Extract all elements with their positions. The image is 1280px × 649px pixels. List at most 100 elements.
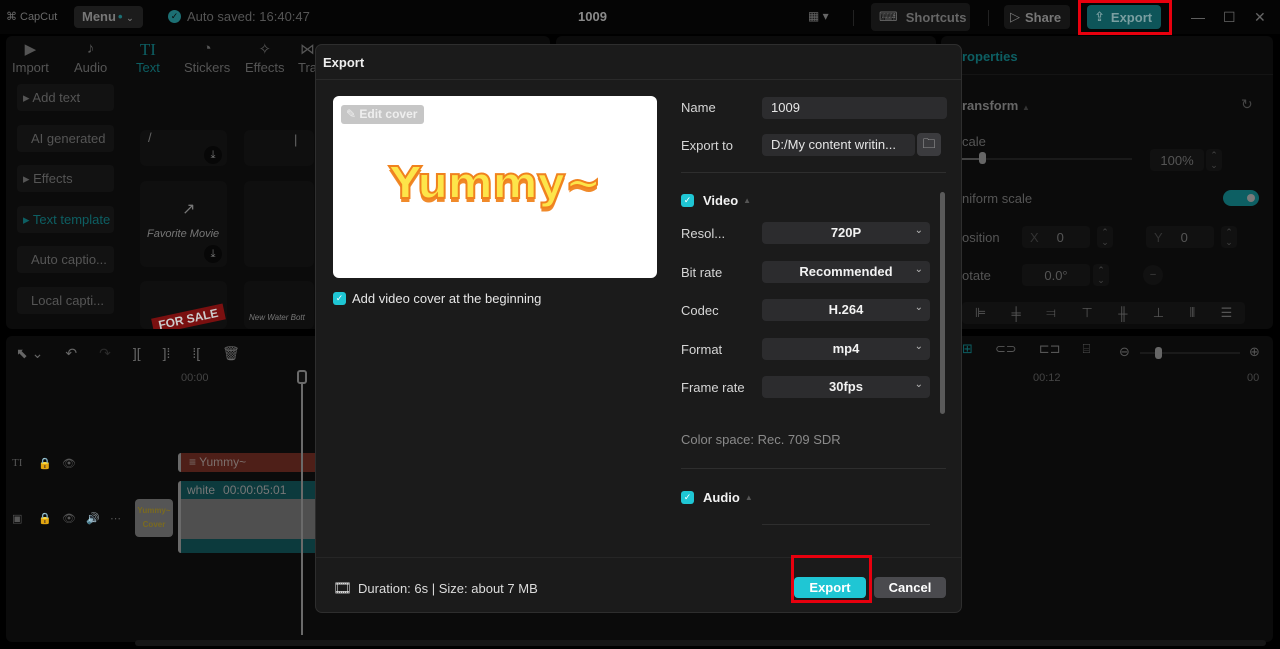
uniform-scale-label: niform scale xyxy=(962,191,1033,206)
zoom-out-icon[interactable]: ⊖ xyxy=(1119,344,1130,360)
lock-icon[interactable]: 🔒 xyxy=(38,457,52,470)
delete-icon[interactable]: 🗑 xyxy=(222,345,240,362)
minimize-icon[interactable]: — xyxy=(1191,9,1205,25)
split-right-icon[interactable]: ⁞[ xyxy=(192,345,200,361)
settings-scrollbar[interactable] xyxy=(940,192,945,414)
edit-cover-button[interactable]: ✎ Edit cover xyxy=(341,105,424,124)
cover-thumbnail[interactable]: Yummy~ Cover xyxy=(135,499,173,537)
sidebar-item-auto-captions[interactable]: Auto captio... xyxy=(17,246,114,273)
maximize-icon[interactable]: ☐ xyxy=(1223,9,1236,26)
select-cursor-icon[interactable]: ⬉ ⌄ xyxy=(16,345,43,362)
audio-checkbox[interactable]: ✓ xyxy=(681,491,694,504)
sidebar-item-text-template[interactable]: ▸ Text template xyxy=(17,206,114,233)
position-x-stepper[interactable]: ⌃ ⌄ xyxy=(1097,226,1113,248)
distribute-h-icon[interactable]: ⫴ xyxy=(1190,305,1195,321)
tab-text[interactable]: TI Text xyxy=(136,40,160,75)
uniform-scale-toggle[interactable] xyxy=(1223,190,1259,206)
scale-stepper[interactable]: ⌃ ⌄ xyxy=(1206,149,1222,171)
undo-icon[interactable]: ↶ xyxy=(65,345,77,362)
framerate-label: Frame rate xyxy=(681,380,745,395)
share-button[interactable]: ▷ Share xyxy=(1004,5,1070,29)
template-card[interactable]: | xyxy=(244,130,314,166)
align-left-icon[interactable]: ⊫ xyxy=(975,305,986,321)
format-select[interactable]: mp4 ⌄ xyxy=(762,338,930,360)
link-icon[interactable]: ⊂⊃ xyxy=(995,341,1017,357)
sidebar-item-ai-generated[interactable]: AI generated xyxy=(17,125,114,152)
template-card[interactable] xyxy=(244,181,314,267)
framerate-select[interactable]: 30fps ⌄ xyxy=(762,376,930,398)
rotate-stepper[interactable]: ⌃ ⌄ xyxy=(1093,264,1109,286)
export-path-input[interactable]: D:/My content writin... xyxy=(762,134,915,156)
sidebar-item-effects[interactable]: ▸ Effects xyxy=(17,165,114,192)
add-cover-option[interactable]: ✓ Add video cover at the beginning xyxy=(333,291,541,306)
name-input[interactable]: 1009 xyxy=(762,97,947,119)
split-preview-icon[interactable]: ⊏⊐ xyxy=(1039,341,1061,357)
transform-header[interactable]: ransform ▲ xyxy=(962,98,1030,113)
tab-import[interactable]: ▶ Import xyxy=(12,40,49,75)
text-track-icon: TI xyxy=(12,457,23,469)
export-top-button[interactable]: ⇪ Export xyxy=(1087,5,1161,29)
sidebar-item-add-text[interactable]: ▸ Add text xyxy=(17,84,114,111)
audio-section-header[interactable]: ✓ Audio ▲ xyxy=(681,490,753,505)
align-right-icon[interactable]: ⫤ xyxy=(1046,305,1056,321)
lock-icon[interactable]: 🔒 xyxy=(38,512,52,525)
resolution-select[interactable]: 720P ⌄ xyxy=(762,222,930,244)
distribute-v-icon[interactable]: ☰ xyxy=(1221,305,1233,321)
export-button[interactable]: Export xyxy=(794,577,866,598)
redo-icon[interactable]: ↷ xyxy=(99,345,111,362)
tab-effects[interactable]: ✧ Effects xyxy=(245,40,285,75)
add-cover-checkbox[interactable]: ✓ xyxy=(333,292,346,305)
align-middle-icon[interactable]: ╫ xyxy=(1118,306,1127,321)
preview-axis-icon[interactable]: ⌸ xyxy=(1083,341,1091,357)
template-card-favorite-movie[interactable]: ↗ Favorite Movie ⤓ xyxy=(140,181,227,267)
align-top-icon[interactable]: ⊤ xyxy=(1081,305,1092,321)
layout-icon[interactable]: ▦ ▾ xyxy=(808,9,838,25)
split-left-icon[interactable]: ]⁞ xyxy=(163,345,171,361)
align-bottom-icon[interactable]: ⊥ xyxy=(1153,305,1164,321)
position-x-input[interactable]: X0 xyxy=(1022,226,1090,248)
text-clip[interactable]: ≡ Yummy~ xyxy=(178,453,318,472)
bitrate-select[interactable]: Recommended ⌄ xyxy=(762,261,930,283)
scale-input[interactable]: 100% xyxy=(1150,149,1204,171)
zoom-in-icon[interactable]: ⊕ xyxy=(1249,344,1260,360)
divider xyxy=(316,79,961,80)
shortcuts-button[interactable]: ⌨ Shortcuts xyxy=(871,3,970,31)
scale-slider-track[interactable] xyxy=(962,158,1132,160)
rotate-input[interactable]: 0.0° xyxy=(1022,264,1090,286)
folder-icon[interactable]: 🗀 xyxy=(917,133,941,156)
video-section-header[interactable]: ✓ Video ▲ xyxy=(681,193,751,208)
codec-select[interactable]: H.264 ⌄ xyxy=(762,299,930,321)
template-card[interactable]: / ⤓ xyxy=(140,130,227,166)
position-y-stepper[interactable]: ⌃ ⌄ xyxy=(1221,226,1237,248)
reset-icon[interactable]: ↻ xyxy=(1241,96,1253,113)
download-icon[interactable]: ⤓ xyxy=(204,146,222,164)
tab-audio[interactable]: ♪ Audio xyxy=(74,40,107,75)
template-card-water[interactable]: New Water Bott xyxy=(244,281,314,329)
close-icon[interactable]: ✕ xyxy=(1254,9,1266,26)
download-icon[interactable]: ⤓ xyxy=(204,245,222,263)
menu-button[interactable]: Menu • ⌄ xyxy=(74,6,143,28)
template-card-for-sale[interactable]: FOR SALE xyxy=(140,281,227,329)
split-icon[interactable]: ][ xyxy=(133,345,141,361)
sidebar-item-local-captions[interactable]: Local capti... xyxy=(17,287,114,314)
text-clip-label: Yummy~ xyxy=(199,455,247,469)
video-checkbox[interactable]: ✓ xyxy=(681,194,694,207)
position-y-input[interactable]: Y0 xyxy=(1146,226,1214,248)
eye-icon[interactable]: 👁 xyxy=(62,512,76,525)
zoom-slider-handle[interactable] xyxy=(1155,347,1162,359)
y-label: Y xyxy=(1154,230,1163,245)
capcut-logo-icon: ⌘ xyxy=(6,11,17,23)
video-clip[interactable]: white 00:00:05:01 xyxy=(178,481,318,553)
align-center-h-icon[interactable]: ╪ xyxy=(1012,306,1021,321)
cancel-button[interactable]: Cancel xyxy=(874,577,946,598)
eye-icon[interactable]: 👁 xyxy=(62,457,76,470)
magnet-icon[interactable]: ⊞ xyxy=(962,341,973,357)
timeline-scrollbar[interactable] xyxy=(135,640,1266,646)
scale-slider-handle[interactable] xyxy=(979,152,987,164)
more-icon[interactable]: ⋯ xyxy=(110,512,121,525)
playhead-line[interactable] xyxy=(301,370,303,635)
volume-icon[interactable]: 🔊 xyxy=(86,512,100,525)
rotate-dial[interactable]: – xyxy=(1143,265,1163,285)
playhead-handle[interactable] xyxy=(297,370,307,384)
tab-stickers[interactable]: ◔ Stickers xyxy=(184,40,230,75)
